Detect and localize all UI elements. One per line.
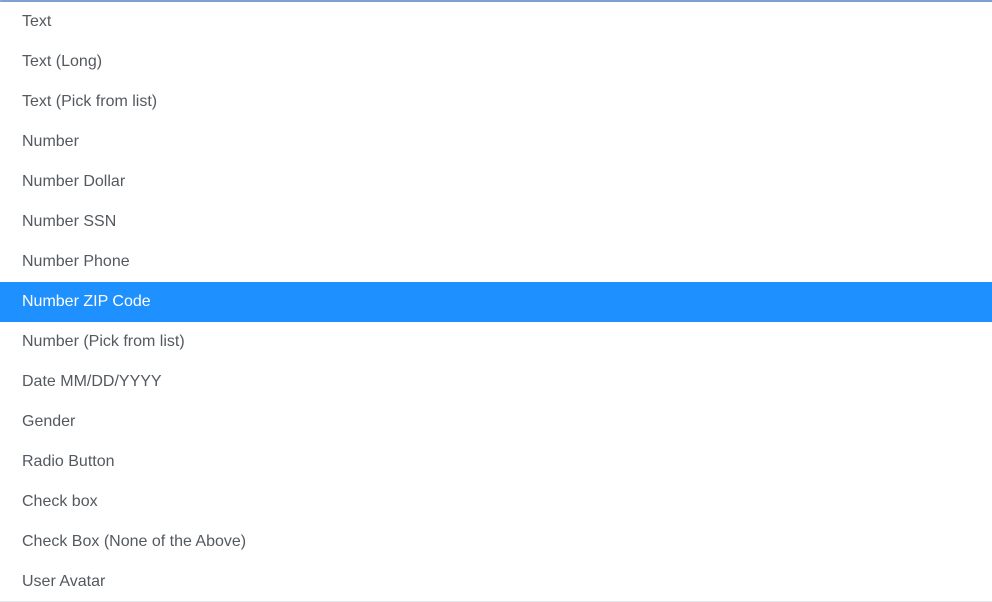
option-item[interactable]: Text (Pick from list)	[0, 82, 992, 122]
option-item[interactable]: Text (Long)	[0, 42, 992, 82]
option-item[interactable]: Number (Pick from list)	[0, 322, 992, 362]
option-item[interactable]: Check Box (None of the Above)	[0, 522, 992, 562]
option-item[interactable]: Date MM/DD/YYYY	[0, 362, 992, 402]
dropdown-panel: Text Text (Long) Text (Pick from list) Numb…	[0, 0, 992, 602]
field-type-option-list[interactable]: Text Text (Long) Text (Pick from list) Numb…	[0, 2, 992, 602]
option-item[interactable]: Number ZIP Code	[0, 282, 992, 322]
option-item[interactable]: Number	[0, 122, 992, 162]
option-item[interactable]: Radio Button	[0, 442, 992, 482]
option-item[interactable]: Number Dollar	[0, 162, 992, 202]
option-item[interactable]: Text	[0, 2, 992, 42]
option-item[interactable]: User Avatar	[0, 562, 992, 602]
option-item[interactable]: Gender	[0, 402, 992, 442]
option-item[interactable]: Check box	[0, 482, 992, 522]
option-item[interactable]: Number Phone	[0, 242, 992, 282]
option-item[interactable]: Number SSN	[0, 202, 992, 242]
